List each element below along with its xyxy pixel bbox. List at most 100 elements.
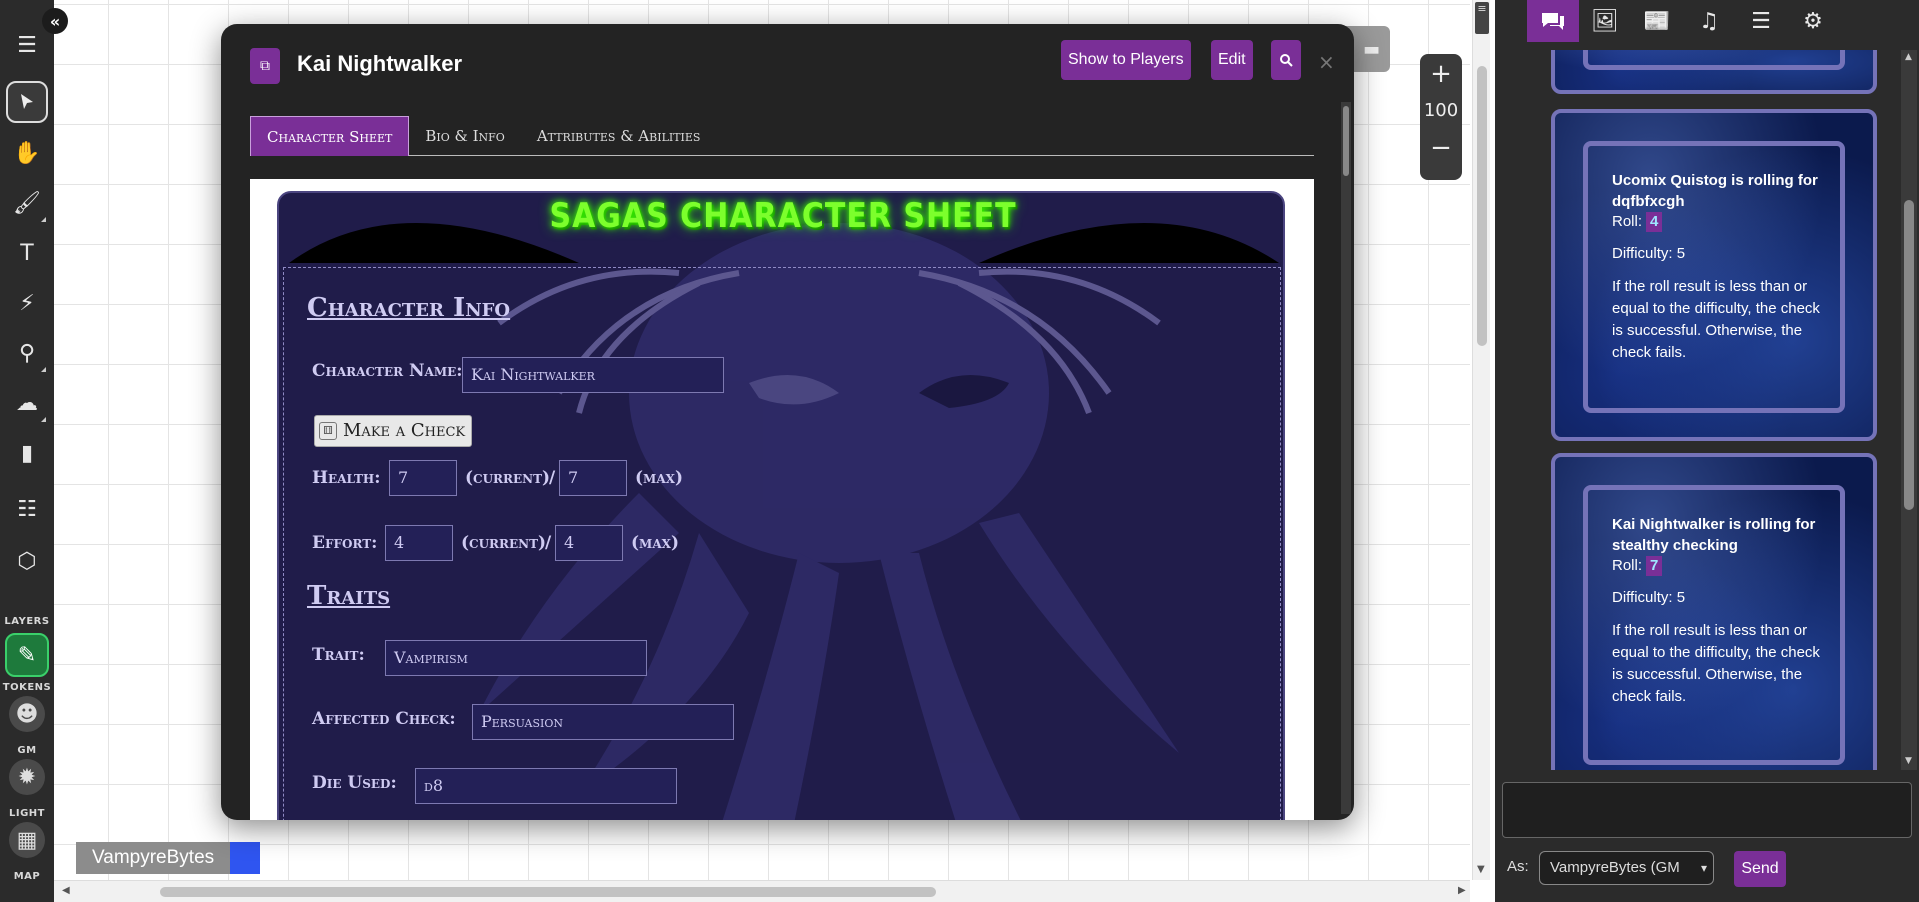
map-label: MAP xyxy=(13,871,41,882)
character-sheet-frame: SAGAS CHARACTER SHEET Character Info Cha… xyxy=(250,179,1314,820)
edit-button[interactable]: Edit xyxy=(1211,40,1253,80)
zoom-out-button[interactable]: − xyxy=(1420,128,1462,168)
text-tool-icon[interactable]: T xyxy=(6,232,48,274)
sidebar-tabs: 🖼 📰 ♫ ☰ ⚙ xyxy=(1527,0,1839,42)
scrollbar-thumb[interactable] xyxy=(1477,66,1487,346)
scroll-left-arrow-icon[interactable]: ◀ xyxy=(62,885,70,896)
roll-note: If the roll result is less than or equal… xyxy=(1612,622,1820,705)
chevron-down-icon: ▾ xyxy=(1700,861,1707,875)
make-a-check-button[interactable]: ⚅ Make a Check xyxy=(314,415,473,447)
pan-hand-icon[interactable]: ✋ xyxy=(6,132,48,174)
jukebox-icon[interactable]: ♫ xyxy=(1683,0,1735,42)
art-library-icon[interactable]: 🖼 xyxy=(1579,0,1631,42)
zoom-in-button[interactable]: + xyxy=(1420,54,1462,94)
affected-check-label: Affected Check: xyxy=(312,709,456,729)
scroll-down-arrow-icon[interactable]: ▼ xyxy=(1905,756,1912,766)
send-button[interactable]: Send xyxy=(1734,851,1786,887)
chat-log: Ucomix Quistog is rolling for dqfbfxcgh … xyxy=(1495,50,1905,770)
tokens-layer-icon[interactable]: ✎ xyxy=(5,633,49,677)
character-sheet-dialog: ⧉ Kai Nightwalker Show to Players Edit ×… xyxy=(221,24,1354,820)
close-icon[interactable]: × xyxy=(1318,50,1335,74)
settings-gear-icon[interactable]: ⚙ xyxy=(1787,0,1839,42)
measure-icon[interactable]: ⚲ xyxy=(6,332,48,374)
player-color-swatch[interactable] xyxy=(230,842,261,874)
character-name-field[interactable]: Kai Nightwalker xyxy=(462,357,724,393)
chat-panel: 🖼 📰 ♫ ☰ ⚙ Ucomix Quistog is rolling for … xyxy=(1495,0,1919,902)
scrollbar-thumb[interactable] xyxy=(1904,200,1914,510)
player-tag: VampyreBytes xyxy=(76,842,261,874)
menu-icon[interactable]: ≡ xyxy=(1475,2,1489,34)
effort-current-field[interactable]: 4 xyxy=(385,525,453,561)
canvas-horizontal-scrollbar[interactable]: ◀ ▶ xyxy=(54,880,1470,902)
character-info-heading: Character Info xyxy=(307,293,511,323)
speak-as-select[interactable]: VampyreBytes (GM ▾ xyxy=(1539,851,1714,885)
roll-note: If the roll result is less than or equal… xyxy=(1612,278,1820,361)
tab-bio-info[interactable]: Bio & Info xyxy=(409,116,520,156)
roll-title: Ucomix Quistog is rolling for dqfbfxcgh xyxy=(1612,172,1818,210)
die-used-field[interactable]: d8 xyxy=(415,768,677,804)
current-label: (current) xyxy=(461,533,547,553)
health-label: Health: xyxy=(312,468,381,488)
search-icon[interactable] xyxy=(1271,40,1301,80)
ruler-icon[interactable]: ▮ xyxy=(6,432,48,474)
scrollbar-thumb[interactable] xyxy=(160,887,936,897)
roll-card-previous xyxy=(1551,50,1877,94)
trait-field[interactable]: Vampirism xyxy=(385,640,647,676)
dice-icon[interactable]: ⬡ xyxy=(6,540,48,582)
roll-difficulty: Difficulty: 5 xyxy=(1612,245,1686,262)
show-to-players-button[interactable]: Show to Players xyxy=(1061,40,1191,80)
tokens-label: TOKENS xyxy=(2,682,52,693)
roll-label: Roll: xyxy=(1612,213,1643,230)
map-layer-icon[interactable]: ▦ xyxy=(9,822,45,858)
select-tool-icon[interactable] xyxy=(6,81,48,123)
hamburger-menu-icon[interactable]: ☰ xyxy=(6,24,48,66)
chat-icon[interactable] xyxy=(1527,0,1579,42)
roll-value: 4 xyxy=(1646,212,1663,232)
popout-icon[interactable]: ⧉ xyxy=(250,48,280,84)
tab-attributes-abilities[interactable]: Attributes & Abilities xyxy=(521,116,717,156)
health-current-field[interactable]: 7 xyxy=(389,460,457,496)
lighting-layer-icon[interactable]: ✹ xyxy=(9,759,45,795)
lightning-icon[interactable]: ⚡ xyxy=(6,282,48,324)
zoom-level: 100 xyxy=(1423,100,1459,121)
chat-input[interactable] xyxy=(1502,782,1912,838)
gm-layer-icon[interactable]: ☻ xyxy=(9,696,45,732)
health-max-field[interactable]: 7 xyxy=(559,460,627,496)
roll-label: Roll: xyxy=(1612,557,1643,574)
scroll-down-arrow-icon[interactable]: ▼ xyxy=(1477,864,1485,875)
roll-card-inner: Ucomix Quistog is rolling for dqfbfxcgh … xyxy=(1583,141,1845,413)
affected-check-field[interactable]: Persuasion xyxy=(472,704,734,740)
scroll-right-arrow-icon[interactable]: ▶ xyxy=(1458,885,1466,896)
dialog-title: Kai Nightwalker xyxy=(297,51,463,76)
cloud-fog-icon[interactable]: ☁ xyxy=(6,382,48,424)
sheet-title: SAGAS CHARACTER SHEET xyxy=(549,196,1017,237)
scroll-up-arrow-icon[interactable]: ▲ xyxy=(1905,52,1912,62)
light-label: LIGHT xyxy=(9,808,45,819)
roll-card: Kai Nightwalker is rolling for stealthy … xyxy=(1551,453,1877,770)
gm-label: GM xyxy=(17,745,37,756)
tab-character-sheet[interactable]: Character Sheet xyxy=(250,116,410,156)
roll-value: 7 xyxy=(1646,556,1663,576)
roll-line: Roll: 4 xyxy=(1612,212,1822,232)
speak-as-value: VampyreBytes (GM xyxy=(1550,859,1680,876)
effort-label: Effort: xyxy=(312,533,378,553)
brush-icon[interactable]: 🖌 xyxy=(6,182,48,224)
dialog-scrollbar[interactable] xyxy=(1341,102,1351,814)
collapse-toolbar-icon[interactable]: « xyxy=(42,8,68,34)
make-a-check-label: Make a Check xyxy=(343,420,466,441)
roll-title: Kai Nightwalker is rolling for stealthy … xyxy=(1612,516,1816,554)
chat-scrollbar[interactable]: ▲ ▼ xyxy=(1901,50,1917,770)
notes-icon[interactable]: ☷ xyxy=(6,488,48,530)
roll-difficulty: Difficulty: 5 xyxy=(1612,589,1686,606)
max-label: (max) xyxy=(635,468,683,488)
player-name: VampyreBytes xyxy=(76,842,231,874)
speak-as-label: As: xyxy=(1507,858,1529,875)
die-used-label: Die Used: xyxy=(312,773,397,793)
character-sheet: SAGAS CHARACTER SHEET Character Info Cha… xyxy=(277,191,1285,820)
compendium-list-icon[interactable]: ☰ xyxy=(1735,0,1787,42)
scrollbar-thumb[interactable] xyxy=(1343,106,1349,176)
canvas-vertical-scrollbar[interactable]: ≡ ▼ xyxy=(1472,0,1490,880)
slash-label: / xyxy=(545,533,552,553)
effort-max-field[interactable]: 4 xyxy=(555,525,623,561)
journal-icon[interactable]: 📰 xyxy=(1631,0,1683,42)
